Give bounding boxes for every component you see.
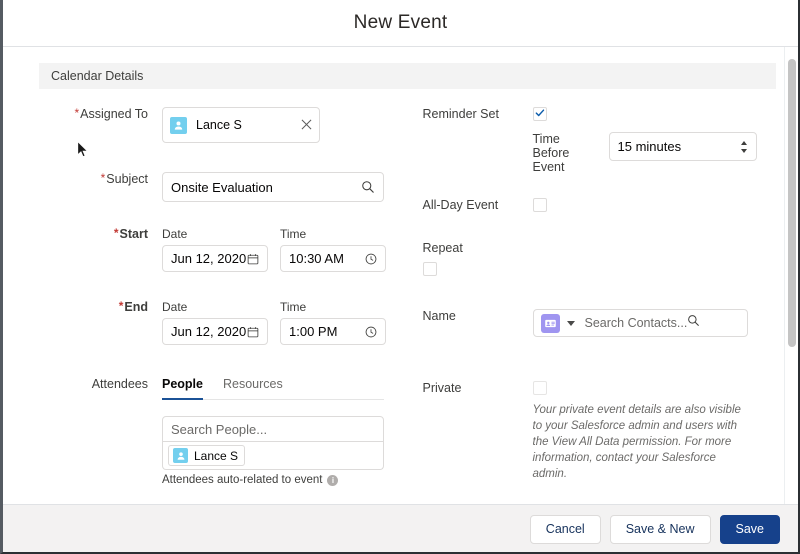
clock-icon[interactable] [365, 326, 377, 338]
attendees-search-placeholder: Search People... [171, 421, 268, 437]
time-before-event-value: 15 minutes [617, 139, 682, 154]
spinner-arrows-icon[interactable] [740, 140, 748, 154]
contact-card-icon [540, 313, 560, 333]
all-day-event-label: All-Day Event [422, 198, 499, 212]
attendees-tabs: People Resources [162, 377, 384, 400]
time-before-event-select[interactable]: 15 minutes [608, 132, 757, 161]
form-column-right: Reminder Set Time Before Event 15 minute… [409, 89, 779, 486]
start-time-label: Time [280, 227, 307, 241]
end-time-input[interactable]: 1:00 PM [280, 318, 386, 345]
reminder-set-checkbox[interactable] [532, 105, 547, 123]
field-private: Private Your private event details are a… [423, 381, 779, 482]
checkmark-icon [535, 105, 545, 123]
start-date-col: Date Jun 12, 2020 [162, 227, 268, 272]
start-datetime-group: Date Jun 12, 2020 Time 10:30 AM [162, 227, 386, 272]
private-control: Your private event details are also visi… [532, 381, 751, 482]
modal-footer: Cancel Save & New Save [3, 504, 798, 552]
scrollbar-track[interactable] [784, 47, 798, 504]
reminder-set-label: Reminder Set [422, 107, 499, 121]
subject-input[interactable]: Onsite Evaluation [162, 172, 384, 202]
required-marker: * [118, 299, 124, 313]
calendar-icon[interactable] [247, 326, 259, 338]
end-label: *End [118, 299, 148, 315]
start-time-col: Time 10:30 AM [280, 227, 386, 272]
field-start: *Start Date Jun 12, 2020 Time 10:30 AM [39, 227, 399, 272]
page-title: New Event [353, 12, 448, 33]
user-avatar-icon [173, 448, 188, 463]
search-icon[interactable] [361, 180, 375, 194]
form-column-left: *Assigned To Lance S *Subject Onsite Eva… [39, 89, 409, 486]
repeat-label: Repeat [422, 241, 463, 255]
attendees-selected-list: Lance S [162, 442, 384, 470]
required-marker: * [113, 226, 119, 240]
end-time-col: Time 1:00 PM [280, 300, 386, 345]
section-title: Calendar Details [51, 69, 144, 83]
search-icon[interactable] [687, 314, 700, 332]
field-all-day-event: All-Day Event [423, 198, 779, 213]
assigned-to-pill[interactable]: Lance S [162, 107, 320, 143]
end-time-label: Time [280, 300, 307, 314]
modal-header: New Event [3, 0, 798, 47]
name-label: Name [422, 309, 456, 323]
field-subject: *Subject Onsite Evaluation [39, 172, 399, 202]
attendees-search-input[interactable]: Search People... [162, 416, 384, 442]
form-grid: *Assigned To Lance S *Subject Onsite Eva… [3, 89, 798, 486]
subject-label: *Subject [100, 171, 148, 187]
save-and-new-button[interactable]: Save & New [609, 514, 711, 544]
field-repeat: Repeat [422, 241, 779, 276]
end-date-label: Date [162, 300, 188, 314]
field-attendees: Attendees People Resources Search People… [39, 377, 399, 486]
start-date-label: Date [162, 227, 188, 241]
start-date-input[interactable]: Jun 12, 2020 [162, 245, 268, 272]
assigned-to-label: *Assigned To [74, 106, 148, 122]
field-end: *End Date Jun 12, 2020 Time 1:00 PM [39, 300, 399, 345]
chevron-down-icon[interactable] [566, 320, 575, 326]
start-time-input[interactable]: 10:30 AM [280, 245, 386, 272]
private-checkbox[interactable] [532, 381, 547, 395]
attendee-name: Lance S [194, 448, 239, 463]
tab-resources[interactable]: Resources [223, 377, 283, 399]
private-label: Private [422, 381, 462, 395]
attendees-control: People Resources Search People... Lance … [162, 377, 384, 486]
save-button[interactable]: Save [719, 514, 780, 544]
end-date-input[interactable]: Jun 12, 2020 [162, 318, 268, 345]
repeat-checkbox[interactable] [422, 262, 437, 276]
modal-body: Calendar Details *Assigned To Lance S *S… [3, 47, 798, 504]
calendar-icon[interactable] [247, 253, 259, 265]
private-help-text: Your private event details are also visi… [532, 404, 741, 480]
end-time-value: 1:00 PM [289, 324, 338, 339]
field-name: Name Search Contacts... [423, 309, 779, 337]
end-date-value: Jun 12, 2020 [171, 324, 247, 339]
name-placeholder: Search Contacts... [584, 316, 688, 330]
required-marker: * [100, 171, 106, 185]
attendees-helper-text: Attendees auto-related to event i [162, 474, 384, 486]
tab-people[interactable]: People [162, 377, 203, 400]
attendee-pill[interactable]: Lance S [168, 445, 246, 466]
start-time-value: 10:30 AM [289, 251, 344, 266]
section-header-calendar-details: Calendar Details [39, 63, 776, 89]
assigned-to-name: Lance S [196, 118, 242, 132]
new-event-modal: New Event Calendar Details *Assigned To [0, 0, 800, 554]
scrollbar-thumb[interactable] [788, 59, 796, 347]
name-lookup-input[interactable]: Search Contacts... [532, 309, 748, 337]
start-date-value: Jun 12, 2020 [171, 251, 247, 266]
close-icon[interactable] [301, 119, 312, 132]
attendees-label: Attendees [91, 377, 148, 391]
clock-icon[interactable] [365, 253, 377, 265]
mouse-cursor [77, 140, 89, 159]
end-date-col: Date Jun 12, 2020 [162, 300, 268, 345]
cancel-button[interactable]: Cancel [529, 514, 601, 544]
field-time-before-event: Time Before Event 15 minutes [423, 132, 779, 174]
start-label: *Start [113, 226, 148, 242]
end-datetime-group: Date Jun 12, 2020 Time 1:00 PM [162, 300, 386, 345]
time-before-event-label: Time Before Event [532, 132, 570, 174]
field-assigned-to: *Assigned To Lance S [39, 107, 399, 143]
all-day-event-checkbox[interactable] [532, 198, 547, 212]
user-avatar-icon [170, 116, 187, 134]
info-icon[interactable]: i [327, 474, 339, 486]
subject-value: Onsite Evaluation [171, 179, 273, 195]
field-reminder-set: Reminder Set [423, 107, 779, 122]
required-marker: * [74, 106, 80, 120]
